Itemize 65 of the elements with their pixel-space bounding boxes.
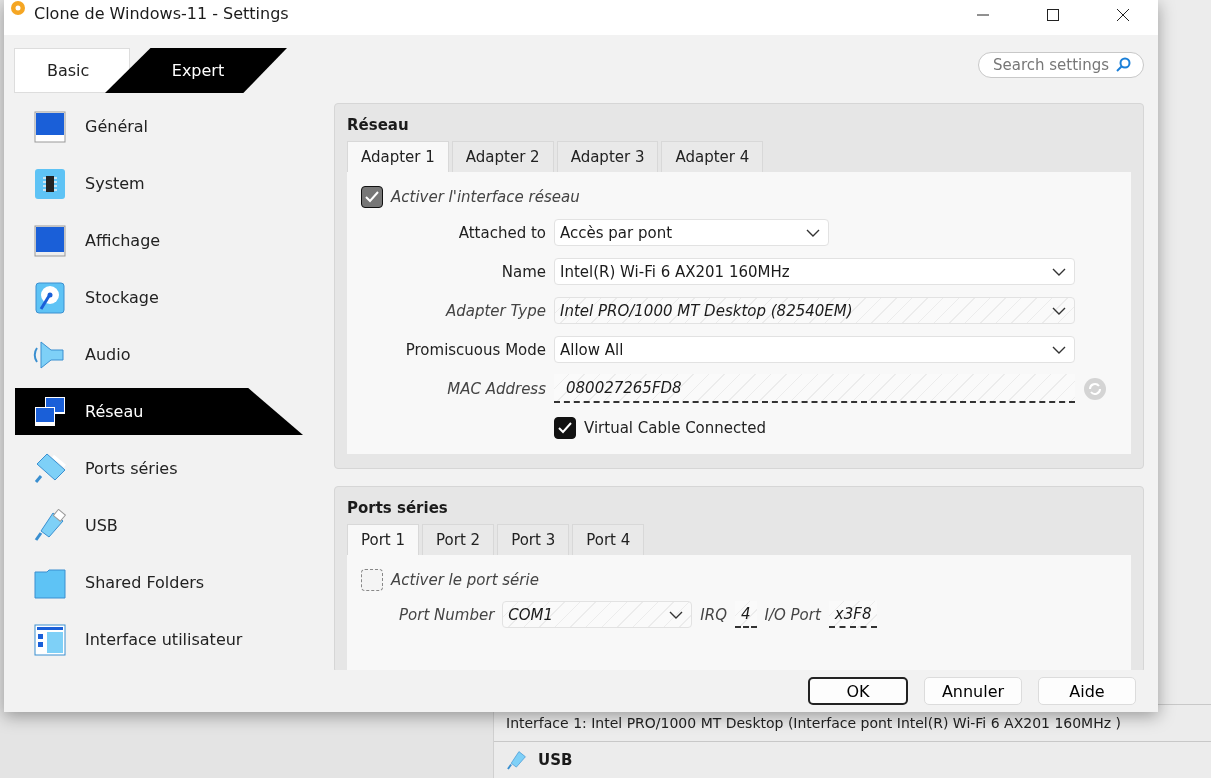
sidebar-item[interactable]: Réseau bbox=[15, 388, 303, 435]
adapter-tab[interactable]: Adapter 2 bbox=[451, 141, 554, 172]
sidebar-item[interactable]: System bbox=[15, 160, 303, 207]
field-label: Name bbox=[500, 262, 546, 281]
sidebar-item[interactable]: Audio bbox=[15, 331, 303, 378]
panel-title: Ports séries bbox=[347, 499, 449, 517]
port-tab[interactable]: Port 1 bbox=[347, 524, 420, 555]
chevron-down-icon bbox=[806, 228, 820, 237]
field-label: I/O Port bbox=[764, 605, 821, 624]
field-label: MAC Address bbox=[446, 379, 546, 398]
field-label: IRQ bbox=[700, 605, 727, 624]
chevron-down-icon bbox=[1052, 267, 1066, 276]
search-icon bbox=[1115, 57, 1131, 73]
sidebar-item[interactable]: Stockage bbox=[15, 274, 303, 321]
input-field[interactable]: 4 bbox=[734, 601, 757, 628]
field-label: Promiscuous Mode bbox=[404, 340, 546, 359]
checkbox-label: Activer l'interface réseau bbox=[391, 188, 580, 206]
dropdown[interactable]: COM1 bbox=[502, 601, 693, 628]
chevron-down-icon bbox=[1052, 306, 1066, 315]
sidebar-item[interactable]: USB bbox=[15, 502, 303, 549]
sidebar-item[interactable]: Ports séries bbox=[15, 445, 303, 492]
field-label: Port Number bbox=[399, 605, 495, 624]
port-tab[interactable]: Port 2 bbox=[422, 524, 495, 555]
sidebar-item[interactable]: Affichage bbox=[15, 217, 303, 264]
field-label: Adapter Type bbox=[444, 301, 546, 320]
checkmark-icon bbox=[365, 191, 379, 203]
sidebar-item[interactable]: Shared Folders bbox=[15, 559, 303, 606]
monitor-icon bbox=[33, 223, 67, 258]
field-label: Attached to bbox=[457, 223, 546, 242]
chevron-down-icon bbox=[1052, 345, 1066, 354]
port-tab[interactable]: Port 4 bbox=[572, 524, 645, 555]
chip-icon bbox=[33, 166, 67, 201]
checkbox-label: Activer le port série bbox=[391, 571, 539, 589]
sidebar-item[interactable]: Interface utilisateur bbox=[15, 616, 303, 663]
chevron-down-icon bbox=[669, 610, 684, 619]
dropdown[interactable]: Intel(R) Wi-Fi 6 AX201 160MHz bbox=[554, 258, 1075, 285]
window-title: Clone de Windows-11 - Settings bbox=[34, 4, 289, 23]
details-text: Interface 1: Intel PRO/1000 MT Desktop (Interface pont Intel(R) Wi-Fi 6 AX201 160MHz ) bbox=[506, 715, 1121, 731]
port-tab[interactable]: Port 3 bbox=[497, 524, 570, 555]
serial-connector-icon bbox=[33, 451, 67, 486]
dialog-button[interactable]: Annuler bbox=[924, 677, 1022, 705]
dialog-button[interactable]: OK bbox=[808, 677, 908, 705]
window-layout-icon bbox=[33, 622, 67, 657]
checkbox-label: Virtual Cable Connected bbox=[584, 418, 766, 437]
adapter-tab[interactable]: Adapter 3 bbox=[556, 141, 659, 172]
panel-title: Réseau bbox=[347, 116, 410, 134]
sidebar-item[interactable]: Général bbox=[15, 103, 303, 150]
usb-icon bbox=[506, 749, 528, 771]
maximize-icon bbox=[1046, 8, 1060, 22]
adapter-tab[interactable]: Adapter 4 bbox=[661, 141, 764, 172]
usb-icon bbox=[33, 508, 67, 543]
network-icon bbox=[33, 394, 67, 429]
monitor-icon bbox=[33, 109, 67, 144]
dropdown[interactable]: Allow All bbox=[554, 336, 1075, 363]
search-field[interactable]: Search settings bbox=[978, 52, 1144, 78]
section-header: USB bbox=[538, 751, 573, 769]
mode-tab[interactable]: Basic bbox=[14, 48, 130, 93]
dropdown[interactable]: Accès par pont bbox=[554, 219, 829, 246]
adapter-tab[interactable]: Adapter 1 bbox=[347, 141, 449, 172]
checkbox[interactable] bbox=[554, 416, 576, 439]
dialog-button[interactable]: Aide bbox=[1038, 677, 1136, 705]
mode-tab[interactable]: Expert bbox=[105, 48, 287, 93]
close-icon bbox=[1116, 8, 1130, 22]
input-field[interactable]: x3F8 bbox=[828, 601, 878, 628]
checkmark-icon bbox=[558, 421, 572, 434]
